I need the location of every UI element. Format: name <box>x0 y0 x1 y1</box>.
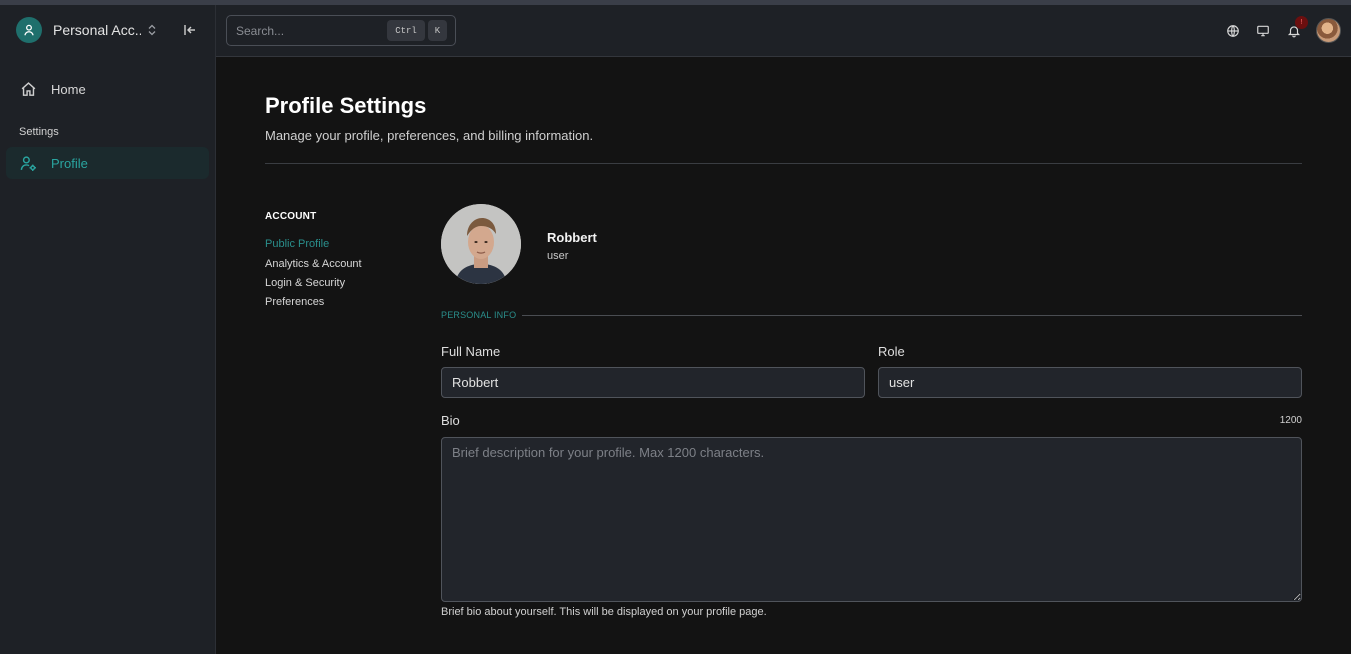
top-header: Ctrl K ! <box>216 5 1351 57</box>
monitor-icon <box>1257 25 1269 37</box>
collapse-sidebar-button[interactable] <box>180 20 200 40</box>
sidebar-item-profile[interactable]: Profile <box>6 147 209 179</box>
profile-avatar[interactable] <box>441 204 521 284</box>
role-field[interactable] <box>878 367 1302 398</box>
subnav-public-profile[interactable]: Public Profile <box>265 238 329 250</box>
globe-icon <box>1227 25 1239 37</box>
full-name-label: Full Name <box>441 344 501 359</box>
user-cog-icon <box>20 155 36 171</box>
home-icon <box>21 81 36 96</box>
notification-badge: ! <box>1295 16 1308 29</box>
header-divider <box>265 163 1302 164</box>
sidebar-item-home[interactable]: Home <box>6 75 209 103</box>
personal-info-divider <box>522 315 1302 316</box>
role-label: Role <box>878 344 905 359</box>
user-icon <box>24 24 34 36</box>
shortcut-k-key: K <box>428 20 447 41</box>
display-button[interactable] <box>1254 22 1272 40</box>
account-switcher[interactable]: Personal Acc... <box>16 17 206 43</box>
sidebar: Personal Acc... Home Settings Profile <box>0 5 216 654</box>
profile-name: Robbert <box>547 230 597 245</box>
full-name-field[interactable] <box>441 367 865 398</box>
search-input[interactable] <box>236 23 386 38</box>
language-button[interactable] <box>1224 22 1242 40</box>
subnav-preferences[interactable]: Preferences <box>265 296 324 308</box>
account-avatar <box>16 17 42 43</box>
account-name: Personal Acc... <box>53 22 141 38</box>
bio-character-count: 1200 <box>1279 415 1302 426</box>
user-avatar[interactable] <box>1316 18 1341 43</box>
sidebar-item-label: Home <box>51 81 86 97</box>
shortcut-ctrl-key: Ctrl <box>387 20 425 41</box>
chevron-up-down-icon <box>147 24 157 36</box>
bio-label: Bio <box>441 413 460 428</box>
bio-help-text: Brief bio about yourself. This will be d… <box>441 606 767 618</box>
page-title: Profile Settings <box>265 93 427 118</box>
personal-info-label: PERSONAL INFO <box>441 310 517 320</box>
profile-role: user <box>547 250 569 262</box>
subnav-login-security[interactable]: Login & Security <box>265 277 345 289</box>
collapse-left-icon <box>184 25 195 35</box>
subnav-analytics-account[interactable]: Analytics & Account <box>265 258 362 270</box>
sidebar-section-label: Settings <box>19 126 59 138</box>
search-box[interactable]: Ctrl K <box>226 15 456 46</box>
subnav-heading: ACCOUNT <box>265 211 317 222</box>
sidebar-item-label: Profile <box>51 155 88 171</box>
page-subtitle: Manage your profile, preferences, and bi… <box>265 128 594 143</box>
bio-textarea[interactable] <box>441 437 1302 602</box>
